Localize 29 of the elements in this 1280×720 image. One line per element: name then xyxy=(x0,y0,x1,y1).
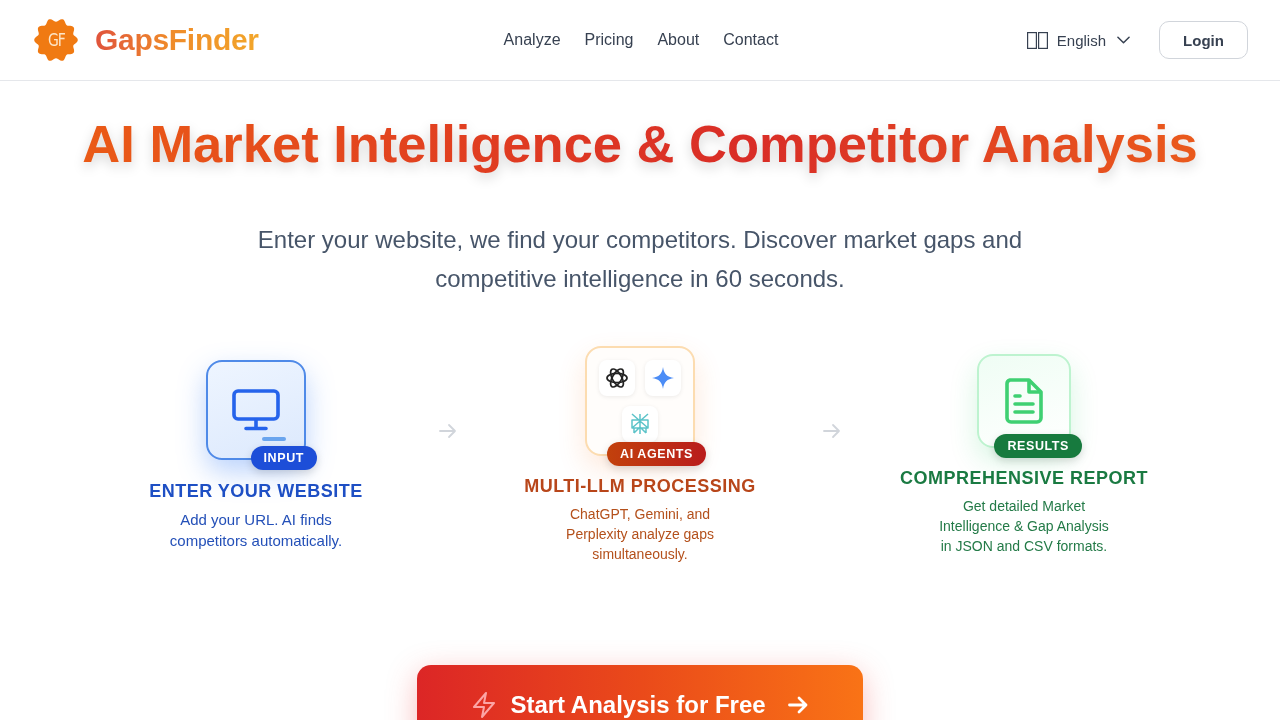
step-tag: INPUT xyxy=(250,445,317,470)
sparkle-icon xyxy=(645,360,681,396)
step-title: ENTER YOUR WEBSITE xyxy=(149,479,363,503)
step-description: Add your URL. AI finds competitors automatically. xyxy=(168,509,344,551)
nav-link[interactable]: About xyxy=(657,28,700,52)
step-tag: RESULTS xyxy=(994,434,1082,458)
step-title: MULTI-LLM PROCESSING xyxy=(524,475,756,498)
glyph-boxes-icon xyxy=(1026,31,1048,49)
step-tag: AI AGENTS xyxy=(607,442,706,466)
nav-link[interactable]: Pricing xyxy=(584,28,634,52)
monitor-icon xyxy=(232,388,280,431)
step-description: Get detailed Market Intelligence & Gap Analysis in JSON and CSV formats. xyxy=(938,497,1110,556)
start-analysis-button[interactable]: Start Analysis for Free xyxy=(417,665,863,720)
nav-link[interactable]: Analyze xyxy=(503,28,561,52)
atom-icon xyxy=(599,360,635,396)
step-title: COMPREHENSIVE REPORT xyxy=(899,467,1148,490)
login-button[interactable]: Login xyxy=(1159,21,1248,59)
lattice-icon xyxy=(622,406,658,442)
lightning-icon xyxy=(472,692,497,718)
document-icon xyxy=(1005,378,1043,424)
chevron-down-icon xyxy=(1117,36,1130,44)
arrow-right-icon xyxy=(439,423,457,439)
language-selector[interactable]: English xyxy=(1026,31,1130,49)
arrow-right-icon xyxy=(787,696,808,714)
hero-subtitle: Enter your website, we find your competitors. Discover market gaps and competitive intelligence in 60 seconds. xyxy=(256,225,1024,294)
dash-icon xyxy=(262,436,286,441)
step-description: ChatGPT, Gemini, and Perplexity analyze gaps simultaneously. xyxy=(565,505,715,564)
arrow-right-icon xyxy=(823,423,841,439)
nav-link[interactable]: Contact xyxy=(723,28,779,52)
